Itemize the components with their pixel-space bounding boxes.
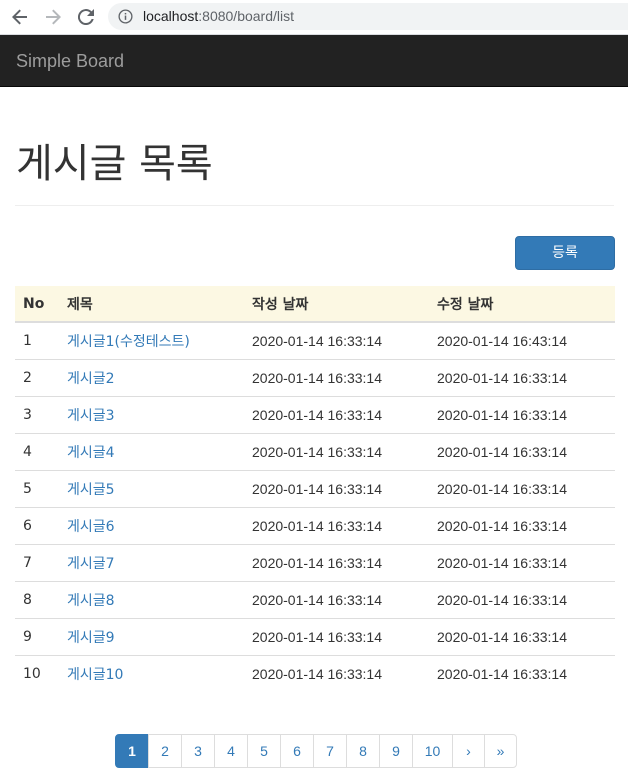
row-title-cell: 게시글3: [59, 395, 244, 433]
column-header-no: No: [15, 286, 59, 323]
page-link-10[interactable]: 10: [412, 734, 453, 768]
table-body: 1 게시글1(수정테스트) 2020-01-14 16:33:14 2020-0…: [15, 322, 615, 692]
post-title-link[interactable]: 게시글1(수정테스트): [67, 334, 190, 350]
row-modified: 2020-01-14 16:33:14: [429, 358, 615, 396]
page-link-6[interactable]: 6: [280, 734, 314, 768]
table-row: 7 게시글7 2020-01-14 16:33:14 2020-01-14 16…: [15, 543, 615, 581]
row-modified: 2020-01-14 16:33:14: [429, 395, 615, 433]
navbar-brand[interactable]: Simple Board: [16, 50, 124, 72]
post-title-link[interactable]: 게시글4: [67, 445, 115, 461]
row-title-cell: 게시글10: [59, 654, 244, 692]
post-title-link[interactable]: 게시글6: [67, 519, 115, 535]
row-title-cell: 게시글5: [59, 469, 244, 507]
row-modified: 2020-01-14 16:43:14: [437, 332, 567, 349]
table-row: 6 게시글6 2020-01-14 16:33:14 2020-01-14 16…: [15, 506, 615, 544]
row-no: 1: [23, 332, 32, 349]
row-created: 2020-01-14 16:33:14: [244, 654, 429, 692]
row-no: 6: [15, 506, 59, 544]
row-modified: 2020-01-14 16:33:14: [429, 543, 615, 581]
page-link-8[interactable]: 8: [346, 734, 380, 768]
table-row: 4 게시글4 2020-01-14 16:33:14 2020-01-14 16…: [15, 432, 615, 470]
table-row: 8 게시글8 2020-01-14 16:33:14 2020-01-14 16…: [15, 580, 615, 618]
row-title-cell: 게시글2: [59, 358, 244, 396]
reload-icon[interactable]: [76, 7, 96, 27]
row-created: 2020-01-14 16:33:14: [244, 469, 429, 507]
row-no: 10: [15, 654, 59, 692]
page-link-3[interactable]: 3: [181, 734, 215, 768]
row-created: 2020-01-14 16:33:14: [244, 395, 429, 433]
row-title-cell: 게시글1(수정테스트): [59, 322, 244, 359]
row-modified: 2020-01-14 16:33:14: [429, 654, 615, 692]
table-row: 2 게시글2 2020-01-14 16:33:14 2020-01-14 16…: [15, 358, 615, 396]
post-title-link[interactable]: 게시글8: [67, 593, 115, 609]
back-arrow-icon[interactable]: [10, 7, 30, 27]
post-title-link[interactable]: 게시글3: [67, 408, 115, 424]
post-title-link[interactable]: 게시글10: [67, 667, 123, 683]
row-created: 2020-01-14 16:33:14: [244, 543, 429, 581]
url-host: localhost: [143, 8, 199, 24]
table-row: 3 게시글3 2020-01-14 16:33:14 2020-01-14 16…: [15, 395, 615, 433]
page-link-7[interactable]: 7: [313, 734, 347, 768]
row-no: 7: [15, 543, 59, 581]
row-no: 8: [15, 580, 59, 618]
pagination: 1 2 3 4 5 6 7 8 9 10 › »: [115, 734, 517, 769]
page-link-5[interactable]: 5: [247, 734, 281, 768]
table-header: No 제목 작성 날짜 수정 날짜: [15, 286, 615, 323]
board-table: No 제목 작성 날짜 수정 날짜 1 게시글1(수정테스트) 2020-01-…: [15, 286, 615, 692]
column-header-modified: 수정 날짜: [429, 286, 615, 323]
page-link-1[interactable]: 1: [115, 734, 149, 768]
row-created: 2020-01-14 16:33:14: [244, 432, 429, 470]
post-title-link[interactable]: 게시글7: [67, 556, 115, 572]
address-bar[interactable]: localhost:8080/board/list: [108, 3, 628, 30]
column-header-title: 제목: [59, 286, 244, 323]
page-link-4[interactable]: 4: [214, 734, 248, 768]
table-row: 1 게시글1(수정테스트) 2020-01-14 16:33:14 2020-0…: [15, 322, 615, 359]
row-created: 2020-01-14 16:33:14: [244, 617, 429, 655]
row-created: 2020-01-14 16:33:14: [244, 358, 429, 396]
row-title-cell: 게시글4: [59, 432, 244, 470]
next-page-button[interactable]: ›: [452, 734, 485, 768]
table-row: 5 게시글5 2020-01-14 16:33:14 2020-01-14 16…: [15, 469, 615, 507]
page-link-2[interactable]: 2: [148, 734, 182, 768]
info-icon[interactable]: [118, 9, 133, 24]
forward-arrow-icon[interactable]: [43, 7, 63, 27]
row-title-cell: 게시글6: [59, 506, 244, 544]
column-header-created: 작성 날짜: [244, 286, 429, 323]
page-link-9[interactable]: 9: [379, 734, 413, 768]
row-no: 4: [15, 432, 59, 470]
post-title-link[interactable]: 게시글2: [67, 371, 115, 387]
row-no: 2: [15, 358, 59, 396]
browser-toolbar: localhost:8080/board/list: [0, 0, 628, 35]
page-title: 게시글 목록: [16, 141, 213, 187]
table-row: 10 게시글10 2020-01-14 16:33:14 2020-01-14 …: [15, 654, 615, 692]
url-path: :8080/board/list: [198, 8, 294, 24]
post-title-link[interactable]: 게시글9: [67, 630, 115, 646]
row-modified: 2020-01-14 16:33:14: [429, 469, 615, 507]
url-text: localhost:8080/board/list: [143, 8, 294, 25]
row-created: 2020-01-14 16:33:14: [244, 506, 429, 544]
table-row: 9 게시글9 2020-01-14 16:33:14 2020-01-14 16…: [15, 617, 615, 655]
register-button[interactable]: 등록: [515, 236, 615, 270]
post-title-link[interactable]: 게시글5: [67, 482, 115, 498]
row-title-cell: 게시글7: [59, 543, 244, 581]
row-no: 3: [15, 395, 59, 433]
row-modified: 2020-01-14 16:33:14: [429, 617, 615, 655]
row-modified: 2020-01-14 16:33:14: [429, 580, 615, 618]
row-modified: 2020-01-14 16:33:14: [429, 432, 615, 470]
header-divider: [15, 205, 614, 206]
row-title-cell: 게시글9: [59, 617, 244, 655]
row-created: 2020-01-14 16:33:14: [244, 580, 429, 618]
row-modified: 2020-01-14 16:33:14: [429, 506, 615, 544]
navbar: Simple Board: [0, 35, 628, 87]
row-no: 9: [15, 617, 59, 655]
row-title-cell: 게시글8: [59, 580, 244, 618]
row-created: 2020-01-14 16:33:14: [252, 332, 382, 349]
last-page-button[interactable]: »: [484, 734, 517, 768]
row-no: 5: [15, 469, 59, 507]
